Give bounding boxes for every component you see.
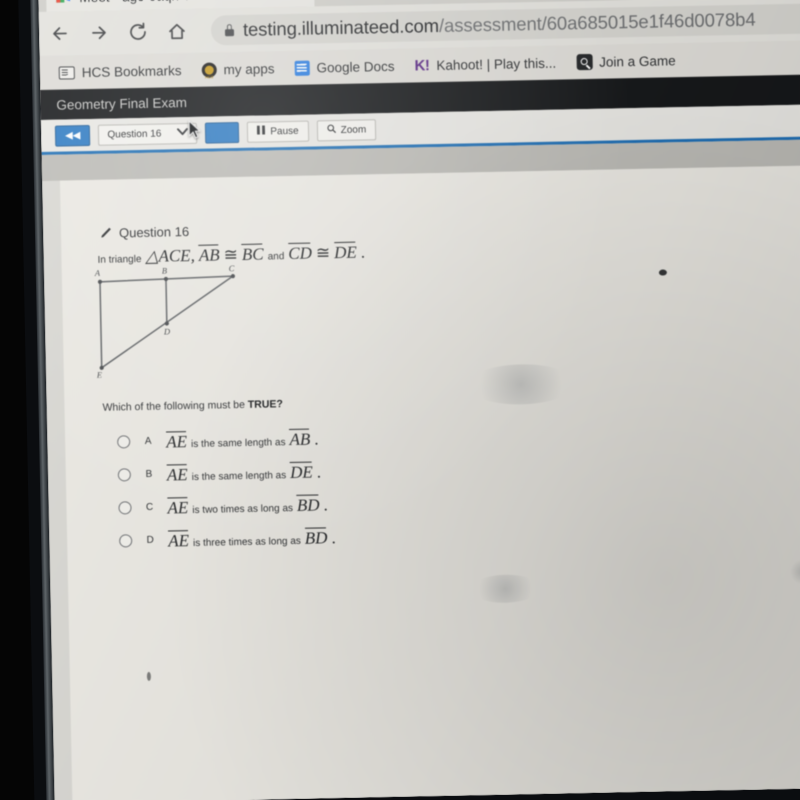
mouse-cursor <box>188 119 202 139</box>
choice-middle-text: is three times as long as <box>192 535 301 549</box>
magnifier-icon <box>327 124 336 136</box>
question-stem: In triangle △ACE, AB ≅ BC and CD ≅ DE . <box>97 240 365 267</box>
bookmark-google-docs[interactable]: Google Docs <box>287 58 401 76</box>
apps-badge-icon: HCS <box>201 61 217 79</box>
choice-segment-2: DE <box>289 462 313 482</box>
highlighter-tool-button[interactable] <box>205 121 240 144</box>
stem-lead: In triangle <box>97 253 142 266</box>
reload-icon[interactable] <box>127 21 149 43</box>
stem-triangle: △ACE, <box>145 245 196 266</box>
address-bar[interactable]: testing.illuminateed.com/assessment/60a6… <box>210 3 800 46</box>
radio-button[interactable] <box>117 468 131 482</box>
choice-middle-text: is two times as long as <box>192 502 294 516</box>
figure-label-a: A <box>94 268 101 278</box>
choice-segment-1: AE <box>166 464 188 485</box>
stem-congruent-1: ≅ <box>223 245 239 265</box>
bookmark-label: my apps <box>223 60 275 77</box>
choice-text: AE is the same length as AB . <box>166 427 319 452</box>
address-bar-url: testing.illuminateed.com/assessment/60a6… <box>243 9 756 41</box>
choice-segment-2: BD <box>296 494 320 515</box>
google-meet-icon <box>56 0 71 5</box>
home-icon[interactable] <box>166 20 188 42</box>
radio-button[interactable] <box>119 534 133 548</box>
question-page: Question 16 In triangle △ACE, AB ≅ BC an… <box>59 165 800 800</box>
folder-icon <box>58 65 75 80</box>
figure-label-b: B <box>162 265 167 275</box>
bookmark-hcs-bookmarks[interactable]: HCS Bookmarks <box>52 62 189 80</box>
prompt-text: Which of the following must be <box>102 398 248 414</box>
choice-segment-2: BD <box>304 527 328 548</box>
choice-text: AE is three times as long as BD . <box>168 526 336 551</box>
bookmark-label: Join a Game <box>599 52 676 70</box>
choice-letter: A <box>144 435 152 447</box>
kahoot-icon: K! <box>414 56 430 74</box>
bookmark-label: HCS Bookmarks <box>81 62 182 80</box>
google-docs-icon <box>294 60 310 76</box>
previous-question-label: ◀◀ <box>64 129 81 141</box>
answer-choices: A AE is the same length as AB . B AE is … <box>117 417 560 558</box>
choice-period: . <box>316 461 322 482</box>
forward-arrow-icon[interactable] <box>88 22 110 44</box>
geometry-figure: A B C D E <box>88 263 280 380</box>
pause-button[interactable]: Pause <box>247 120 309 143</box>
stem-segment-ab: AB <box>198 245 220 265</box>
choice-middle-text: is the same length as <box>190 436 286 450</box>
previous-question-button[interactable]: ◀◀ <box>54 124 91 147</box>
choice-text: AE is two times as long as BD . <box>167 493 328 518</box>
figure-label-c: C <box>229 264 235 273</box>
pencil-icon <box>99 227 112 240</box>
photo-of-screen: Meet - agc-eaqk-otr ✕ LGA000_GRADE_12 <box>0 0 800 800</box>
stem-segment-de: DE <box>333 242 357 263</box>
figure-label-e: E <box>96 370 103 378</box>
bookmark-label: Google Docs <box>316 58 395 75</box>
chevron-down-icon <box>177 127 189 139</box>
choice-segment-1: AE <box>168 530 190 550</box>
pause-label: Pause <box>270 125 299 137</box>
choice-segment-1: AE <box>166 431 188 452</box>
back-arrow-icon[interactable] <box>49 22 71 44</box>
figure-label-d: D <box>163 326 171 336</box>
stem-and: and <box>267 251 285 263</box>
zoom-button[interactable]: Zoom <box>316 118 377 141</box>
choice-letter: C <box>145 501 154 513</box>
radio-button[interactable] <box>118 501 132 515</box>
bookmark-label: Kahoot! | Play this... <box>436 55 557 73</box>
question-select[interactable]: Question 16 <box>98 122 198 146</box>
choice-letter: B <box>145 468 153 480</box>
choice-period: . <box>314 428 319 449</box>
choice-period: . <box>331 527 336 547</box>
stem-segment-cd: CD <box>288 243 313 264</box>
prompt-emphasis: TRUE? <box>247 398 283 411</box>
choice-letter: D <box>146 534 154 546</box>
screen-content: Meet - agc-eaqk-otr ✕ LGA000_GRADE_12 <box>38 0 800 800</box>
choice-segment-1: AE <box>167 497 189 518</box>
choice-period: . <box>323 494 329 514</box>
assessment-title: Geometry Final Exam <box>56 94 188 113</box>
join-game-icon <box>576 53 593 71</box>
bookmark-join-a-game[interactable]: Join a Game <box>569 52 683 71</box>
stem-segment-bc: BC <box>241 244 264 264</box>
choice-middle-text: is the same length as <box>191 469 287 483</box>
question-heading: Question 16 <box>99 224 189 241</box>
url-path: /assessment/60a685015e1f46d0078b4 <box>438 8 756 36</box>
pause-icon <box>257 125 266 137</box>
radio-button[interactable] <box>117 435 131 449</box>
stem-period: . <box>360 242 366 262</box>
bookmark-my-apps[interactable]: HCS my apps <box>194 60 281 79</box>
question-select-value: Question 16 <box>107 128 162 141</box>
url-domain: testing.illuminateed.com <box>242 14 440 40</box>
bookmark-kahoot[interactable]: K! Kahoot! | Play this... <box>407 54 563 74</box>
choice-text: AE is the same length as DE . <box>167 460 322 485</box>
lock-icon <box>224 24 235 37</box>
browser-tab-title: Meet - agc-eaqk-otr <box>79 0 199 5</box>
question-number: Question 16 <box>118 224 190 241</box>
screen-speck-2 <box>146 671 152 681</box>
question-prompt: Which of the following must be TRUE? <box>102 398 283 414</box>
choice-segment-2: AB <box>289 429 311 449</box>
stem-congruent-2: ≅ <box>315 243 331 263</box>
zoom-label: Zoom <box>340 123 367 136</box>
